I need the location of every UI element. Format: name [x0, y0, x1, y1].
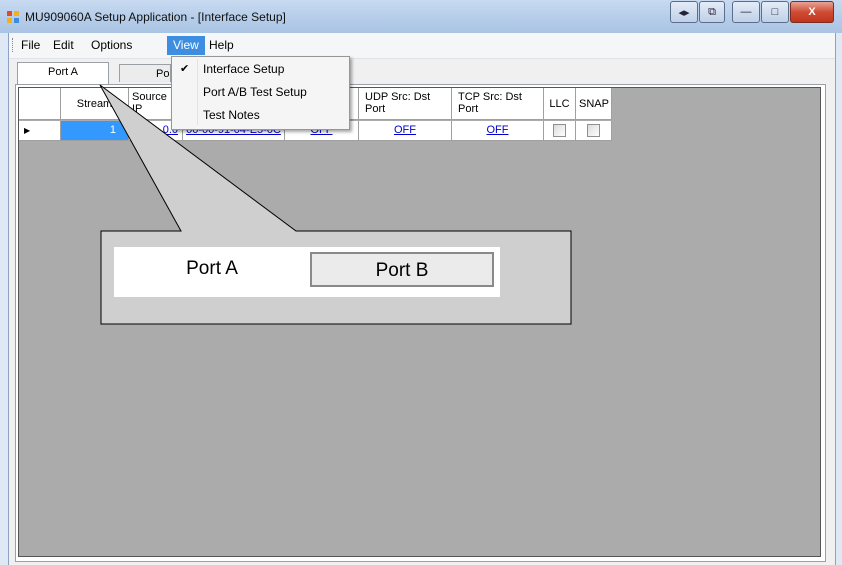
cell-llc[interactable]: [544, 121, 576, 141]
maximize-button[interactable]: □: [761, 1, 789, 23]
menu-edit[interactable]: Edit: [47, 36, 80, 55]
menu-file[interactable]: File: [15, 36, 46, 55]
zoomed-tabs-illustration: Port A Port B: [114, 247, 500, 297]
cell-snap[interactable]: [576, 121, 612, 141]
cell-tcp[interactable]: OFF: [452, 121, 544, 141]
restore-view-button[interactable]: ⧉: [699, 1, 725, 23]
menu-item-label: Interface Setup: [203, 62, 285, 76]
row-header-corner: [19, 88, 61, 120]
menu-view[interactable]: View: [167, 36, 205, 55]
menu-help[interactable]: Help: [203, 36, 240, 55]
app-window: MU909060A Setup Application - [Interface…: [0, 0, 842, 565]
menu-item-label: Port A/B Test Setup: [203, 85, 307, 99]
row-indicator: ▶: [19, 121, 61, 141]
zoomed-tab-port-a: Port A: [114, 247, 310, 297]
col-snap[interactable]: SNAP: [576, 88, 612, 120]
close-button[interactable]: X: [790, 1, 834, 23]
menu-bar: File Edit Options View Help: [9, 33, 835, 59]
col-udp[interactable]: UDP Src: Dst Port: [359, 88, 452, 120]
col-llc[interactable]: LLC: [544, 88, 576, 120]
col-stream[interactable]: Stream: [61, 88, 129, 120]
menu-options[interactable]: Options: [85, 36, 138, 55]
caption-buttons: ◂▸ ⧉ — □ X: [669, 1, 834, 23]
zoomed-tab-port-b: Port B: [310, 252, 494, 287]
stream-grid: Stream Source IP UDP Src: Dst Port TCP S…: [18, 87, 821, 557]
check-icon: ✔: [180, 63, 190, 75]
tab-port-b[interactable]: Por: [119, 64, 171, 82]
view-menu-item-port-ab-test-setup[interactable]: Port A/B Test Setup: [172, 82, 347, 103]
llc-checkbox[interactable]: [553, 123, 566, 137]
view-menu-dropdown: ✔ Interface Setup Port A/B Test Setup Te…: [171, 56, 350, 130]
view-toggle-button[interactable]: ◂▸: [670, 1, 698, 23]
minimize-button[interactable]: —: [732, 1, 760, 23]
menu-item-label: Test Notes: [203, 108, 260, 122]
title-bar[interactable]: MU909060A Setup Application - [Interface…: [0, 0, 842, 33]
cell-stream[interactable]: 1: [61, 121, 129, 141]
col-tcp[interactable]: TCP Src: Dst Port: [452, 88, 544, 120]
client-area: File Edit Options View Help Port A Por S…: [8, 33, 836, 565]
window-title: MU909060A Setup Application - [Interface…: [25, 10, 286, 24]
view-menu-item-test-notes[interactable]: Test Notes: [172, 105, 347, 126]
tab-port-a[interactable]: Port A: [17, 62, 109, 84]
snap-checkbox[interactable]: [587, 123, 600, 137]
interface-setup-panel: Stream Source IP UDP Src: Dst Port TCP S…: [15, 84, 826, 562]
app-icon: [7, 11, 19, 23]
view-menu-item-interface-setup[interactable]: ✔ Interface Setup: [172, 59, 347, 80]
cell-udp[interactable]: OFF: [359, 121, 452, 141]
